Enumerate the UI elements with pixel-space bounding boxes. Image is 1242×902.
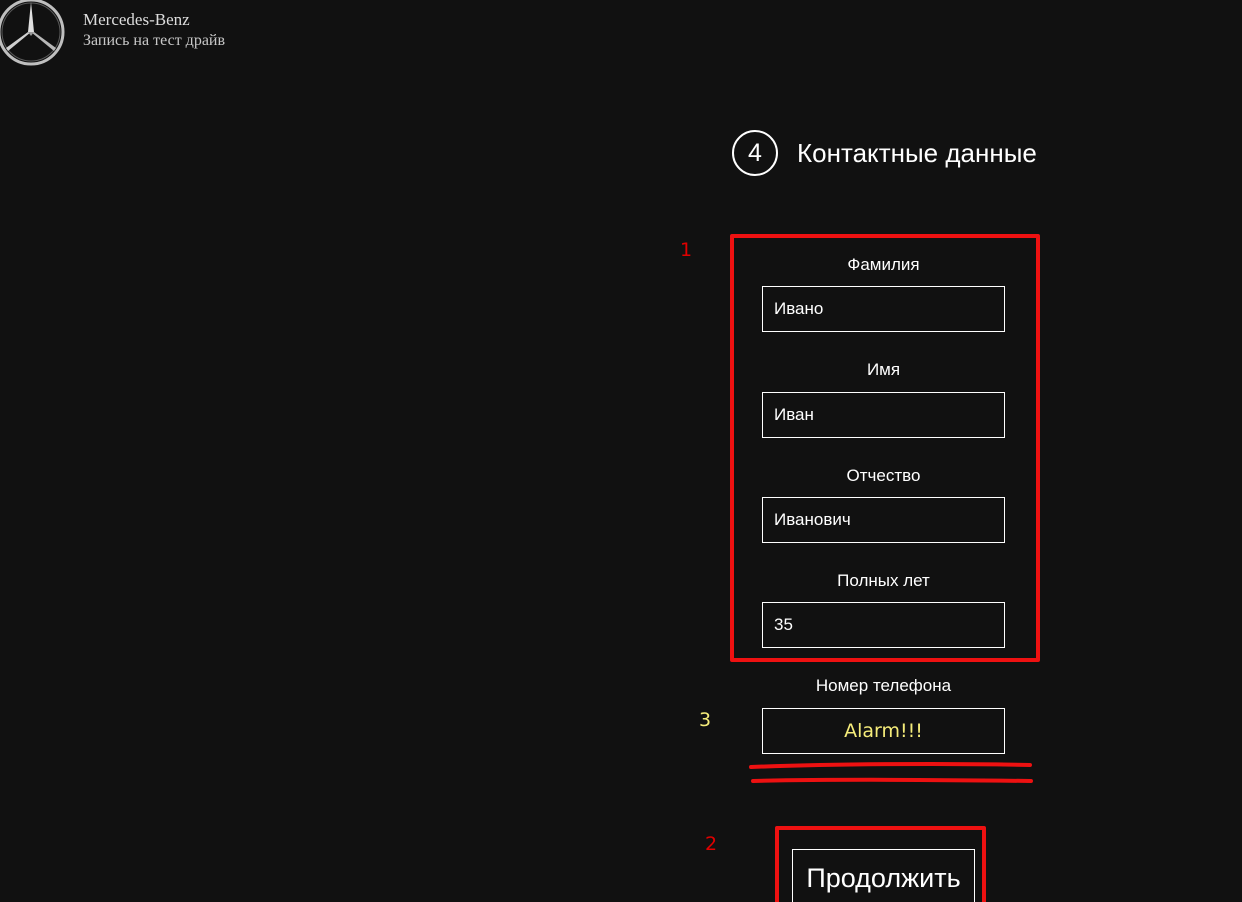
annotation-underline [749,761,1033,783]
annotation-box-fields [730,234,1040,662]
annotation-box-continue [775,826,986,902]
annotation-label-3: 3 [699,709,712,731]
mercedes-star-logo-icon [0,0,65,66]
phone-field[interactable] [762,708,1005,754]
brand-subtitle: Запись на тест драйв [83,32,226,49]
brand-block: Mercedes-Benz Запись на тест драйв [83,10,225,52]
phone-label: Номер телефона [815,676,952,695]
brand-name: Mercedes-Benz [83,10,190,29]
annotation-label-2: 2 [705,833,718,855]
annotation-label-1: 1 [680,239,693,261]
step-number-badge: 4 [732,130,778,176]
step-title: Контактные данные [797,138,1037,168]
